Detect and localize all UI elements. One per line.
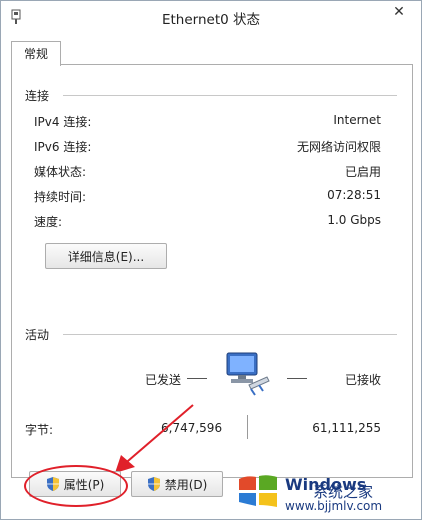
tab-general[interactable]: 常规 [11,41,61,66]
status-dialog: Ethernet0 状态 ✕ 常规 连接 IPv4 连接: Internet I… [0,0,422,520]
close-button[interactable]: ✕ [383,1,415,23]
media-state-value: 已启用 [344,165,381,179]
bytes-label: 字节: [25,423,54,437]
uac-shield-icon [147,477,160,491]
duration-label: 持续时间: [34,190,87,204]
received-dash [287,378,307,379]
received-label: 已接收 [344,373,381,387]
disable-button-label: 禁用(D) [164,477,208,492]
annotation-arrow [115,404,194,473]
bytes-divider [247,415,248,439]
connection-section-label: 连接 [25,89,50,103]
activity-section-label: 活动 [25,328,50,342]
duration-value: 07:28:51 [327,188,381,202]
activity-section-divider [63,334,397,335]
window-title: Ethernet0 状态 [161,12,261,28]
close-icon: ✕ [393,4,405,20]
network-computer-icon [226,352,270,396]
watermark-subtitle: 系统之家 [313,483,374,501]
media-state-label: 媒体状态: [34,165,87,179]
connection-section-divider [63,95,397,96]
sent-dash [187,378,207,379]
speed-label: 速度: [34,215,63,229]
bytes-received-value: 61,111,255 [312,421,381,435]
properties-button-label: 属性(P) [63,477,105,492]
sent-label: 已发送 [145,373,182,387]
title-bar[interactable]: Ethernet0 状态 ✕ [1,1,421,33]
speed-value: 1.0 Gbps [327,213,381,227]
ipv4-label: IPv4 连接: [34,115,92,129]
properties-button[interactable]: 属性(P) [29,471,121,497]
disable-button[interactable]: 禁用(D) [131,471,223,497]
ipv4-value: Internet [333,113,381,127]
ipv6-value: 无网络访问权限 [296,140,381,154]
uac-shield-icon [46,477,59,491]
ipv6-label: IPv6 连接: [34,140,92,154]
details-button[interactable]: 详细信息(E)... [45,243,167,269]
windows-logo-icon [239,475,277,507]
